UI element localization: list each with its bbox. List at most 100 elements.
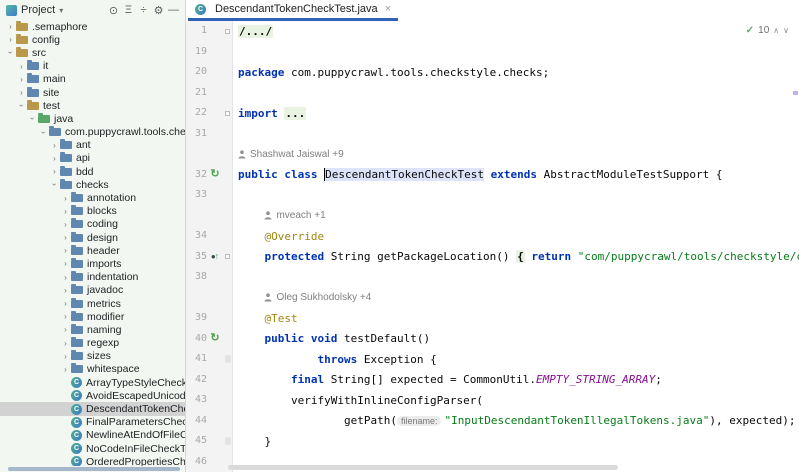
code-line[interactable]: 22import ...	[186, 103, 799, 124]
tree-item-checks[interactable]: ›checks	[0, 178, 185, 191]
code-vision-row[interactable]: mveach +1	[186, 206, 799, 227]
chevron-open-icon[interactable]: ›	[27, 112, 38, 125]
code-line[interactable]: 44 getPath(filename:"InputDescendantToke…	[186, 411, 799, 432]
tree-item-bdd[interactable]: ›bdd	[0, 165, 185, 178]
tree-item-coding[interactable]: ›coding	[0, 218, 185, 231]
code-vision-row[interactable]: Oleg Sukhodolsky +4	[186, 288, 799, 309]
tree-item-sizes[interactable]: ›sizes	[0, 350, 185, 363]
chevron-closed-icon[interactable]: ›	[60, 284, 71, 297]
chevron-open-icon[interactable]: ›	[16, 99, 27, 112]
code-line[interactable]: 35●↑ protected String getPackageLocation…	[186, 247, 799, 268]
code-line-text[interactable]: @Test	[233, 312, 298, 325]
code-line[interactable]: 41 throws Exception {	[186, 349, 799, 370]
run-test-icon[interactable]: ↻	[207, 329, 223, 350]
chevron-closed-icon[interactable]: ›	[16, 60, 27, 73]
tree-item-javadoc[interactable]: ›javadoc	[0, 284, 185, 297]
chevron-closed-icon[interactable]: ›	[5, 20, 16, 33]
code-line-text[interactable]: /.../	[233, 25, 273, 38]
locate-icon[interactable]: ⊙	[106, 2, 121, 18]
code-line-text[interactable]: public void testDefault()	[233, 332, 430, 345]
chevron-closed-icon[interactable]: ›	[49, 165, 60, 178]
tree-item-indentation[interactable]: ›indentation	[0, 271, 185, 284]
code-line[interactable]: 19	[186, 42, 799, 63]
code-line[interactable]: 45 }	[186, 431, 799, 452]
code-vision-row[interactable]: Shashwat Jaiswal +9	[186, 144, 799, 165]
chevron-closed-icon[interactable]: ›	[60, 218, 71, 231]
code-line[interactable]: 1/.../	[186, 21, 799, 42]
chevron-closed-icon[interactable]: ›	[60, 337, 71, 350]
code-line[interactable]: 40↻ public void testDefault()	[186, 329, 799, 350]
project-tree[interactable]: ›.semaphore›config›src›it›main›site›test…	[0, 20, 185, 466]
chevron-closed-icon[interactable]: ›	[60, 192, 71, 205]
tree-item-imports[interactable]: ›imports	[0, 257, 185, 270]
tree-item-descendanttokenchecktest[interactable]: CDescendantTokenCheckTest	[0, 402, 185, 415]
code-vision-author[interactable]: Oleg Sukhodolsky +4	[264, 292, 371, 303]
tree-item-finalparameterschecktest[interactable]: CFinalParametersCheckTest	[0, 416, 185, 429]
overrides-icon[interactable]: ●↑	[207, 247, 223, 268]
tree-item-whitespace[interactable]: ›whitespace	[0, 363, 185, 376]
code-line[interactable]: 43 verifyWithInlineConfigParser(	[186, 390, 799, 411]
tree-item-regexp[interactable]: ›regexp	[0, 337, 185, 350]
settings-gear-icon[interactable]: ⚙	[151, 2, 166, 18]
code-line-text[interactable]: protected String getPackageLocation() { …	[233, 250, 799, 263]
tree-item-api[interactable]: ›api	[0, 152, 185, 165]
tree-item-orderedpropertieschecktest[interactable]: COrderedPropertiesCheckTest	[0, 455, 185, 466]
code-line[interactable]: 33	[186, 185, 799, 206]
code-vision-author[interactable]: Shashwat Jaiswal +9	[238, 149, 344, 160]
tree-item-annotation[interactable]: ›annotation	[0, 191, 185, 204]
chevron-closed-icon[interactable]: ›	[60, 363, 71, 376]
code-line-text[interactable]: final String[] expected = CommonUtil.EMP…	[233, 373, 662, 386]
tree-item-design[interactable]: ›design	[0, 231, 185, 244]
tree-item-ant[interactable]: ›ant	[0, 139, 185, 152]
tree-item-config[interactable]: ›config	[0, 33, 185, 46]
collapse-all-icon[interactable]: ÷	[136, 2, 151, 18]
expand-all-icon[interactable]: Ξ	[121, 2, 136, 18]
code-vision-author[interactable]: mveach +1	[264, 210, 325, 221]
chevron-open-icon[interactable]: ›	[49, 178, 60, 191]
chevron-closed-icon[interactable]: ›	[60, 297, 71, 310]
fold-marker[interactable]	[223, 21, 233, 42]
chevron-closed-icon[interactable]: ›	[60, 244, 71, 257]
run-test-icon[interactable]: ↻	[207, 165, 223, 186]
tree-item-modifier[interactable]: ›modifier	[0, 310, 185, 323]
tree-item--semaphore[interactable]: ›.semaphore	[0, 20, 185, 33]
code-line-text[interactable]: package com.puppycrawl.tools.checkstyle.…	[233, 66, 549, 79]
tree-horizontal-scrollbar[interactable]	[8, 467, 180, 471]
tree-item-metrics[interactable]: ›metrics	[0, 297, 185, 310]
fold-marker[interactable]	[223, 349, 233, 370]
code-line-text[interactable]: @Override	[233, 230, 324, 243]
code-line[interactable]: 20package com.puppycrawl.tools.checkstyl…	[186, 62, 799, 83]
chevron-closed-icon[interactable]: ›	[5, 33, 16, 46]
tree-item-java[interactable]: ›java	[0, 112, 185, 125]
chevron-open-icon[interactable]: ›	[5, 46, 16, 59]
inspections-widget[interactable]: ✓ 10 ∧ ∨	[746, 25, 789, 36]
code-line[interactable]: 34 @Override	[186, 226, 799, 247]
chevron-closed-icon[interactable]: ›	[60, 205, 71, 218]
close-tab-icon[interactable]: ×	[385, 3, 391, 15]
tree-item-naming[interactable]: ›naming	[0, 323, 185, 336]
chevron-closed-icon[interactable]: ›	[49, 152, 60, 165]
code-line[interactable]: 39 @Test	[186, 308, 799, 329]
code-line[interactable]: 31	[186, 124, 799, 145]
chevron-closed-icon[interactable]: ›	[60, 350, 71, 363]
code-line-text[interactable]: verifyWithInlineConfigParser(	[233, 394, 483, 407]
next-problem-icon[interactable]: ∨	[783, 26, 789, 35]
chevron-closed-icon[interactable]: ›	[60, 257, 71, 270]
code-line-text[interactable]: import ...	[233, 107, 306, 120]
code-line[interactable]: 42 final String[] expected = CommonUtil.…	[186, 370, 799, 391]
hide-panel-icon[interactable]: —	[166, 2, 181, 18]
tree-item-test[interactable]: ›test	[0, 99, 185, 112]
code-line[interactable]: 38	[186, 267, 799, 288]
fold-marker[interactable]	[223, 103, 233, 124]
code-line-text[interactable]: getPath(filename:"InputDescendantTokenIl…	[233, 414, 795, 427]
code-line-text[interactable]: public class DescendantTokenCheckTest ex…	[233, 168, 722, 181]
project-dropdown-caret-icon[interactable]: ▾	[59, 6, 63, 15]
tree-item-blocks[interactable]: ›blocks	[0, 205, 185, 218]
code-editor-surface[interactable]: ✓ 10 ∧ ∨ 1/.../1920package com.puppycraw…	[186, 21, 799, 472]
tree-item-main[interactable]: ›main	[0, 73, 185, 86]
chevron-closed-icon[interactable]: ›	[60, 271, 71, 284]
chevron-closed-icon[interactable]: ›	[16, 73, 27, 86]
tree-item-newlineatendoffilechecktest[interactable]: CNewlineAtEndOfFileCheckTest	[0, 429, 185, 442]
tab-descendant-token-check-test[interactable]: C DescendantTokenCheckTest.java ×	[188, 0, 398, 21]
code-line[interactable]: 32↻public class DescendantTokenCheckTest…	[186, 165, 799, 186]
